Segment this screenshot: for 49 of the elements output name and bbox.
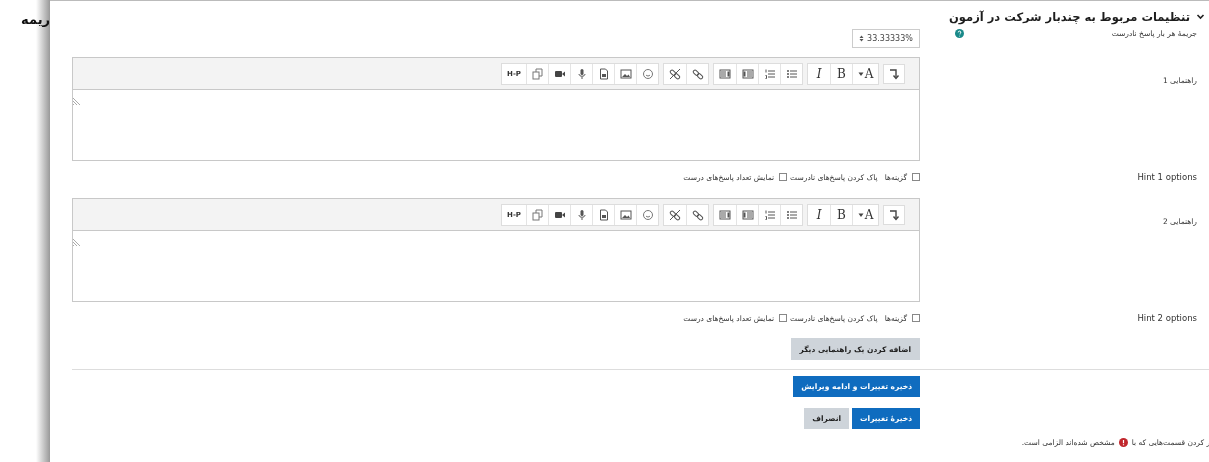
indent-icon — [719, 67, 731, 80]
smiley-icon — [641, 67, 654, 80]
text-style-button[interactable]: A — [852, 204, 878, 225]
copy-icon — [531, 67, 544, 80]
link-icon — [691, 67, 704, 80]
chevron-down-icon[interactable] — [1196, 12, 1205, 21]
bold-button[interactable]: B — [830, 63, 852, 84]
up-down-icon — [859, 35, 865, 42]
expand-icon — [888, 208, 900, 221]
checkbox[interactable] — [912, 173, 920, 181]
microphone-icon — [575, 67, 588, 80]
expand-icon — [888, 67, 900, 80]
text-style-button[interactable]: A — [852, 63, 878, 84]
indent-icon — [719, 208, 731, 221]
file-icon — [597, 67, 610, 80]
bold-button[interactable]: B — [830, 204, 852, 225]
checkbox[interactable] — [779, 314, 788, 322]
expand-toolbar-button[interactable] — [883, 63, 905, 84]
checkbox[interactable] — [912, 314, 920, 322]
field-label: Hint 1 options — [1137, 172, 1198, 182]
numbered-list-icon — [763, 67, 776, 80]
help-icon[interactable] — [955, 29, 964, 38]
file-icon — [597, 208, 610, 221]
image-icon — [619, 67, 632, 80]
penalty-select[interactable]: 33.33333% — [852, 29, 920, 48]
unlink-icon — [669, 67, 681, 80]
resize-grip-icon — [73, 97, 81, 105]
expand-toolbar-button[interactable] — [883, 204, 905, 225]
unlink-icon — [669, 208, 681, 221]
caret-icon — [857, 70, 864, 77]
image-icon — [619, 208, 632, 221]
resize-grip-icon — [73, 238, 81, 246]
link-icon — [691, 208, 704, 221]
section-title: تنظیمات مربوط به چندبار شرکت در آزمون — [949, 9, 1190, 24]
numbered-list-icon — [763, 208, 776, 221]
bullet-list-icon — [785, 208, 798, 221]
microphone-icon — [575, 208, 588, 221]
caret-icon — [857, 211, 864, 218]
italic-button[interactable]: I — [808, 204, 830, 225]
required-icon — [1118, 438, 1128, 447]
checkbox[interactable] — [779, 173, 788, 181]
bullet-list-icon — [785, 67, 798, 80]
outdent-icon — [741, 208, 754, 221]
copy-icon — [531, 208, 544, 221]
outdent-icon — [741, 67, 754, 80]
italic-button[interactable]: I — [808, 63, 830, 84]
page-title: ریمه — [21, 12, 50, 27]
field-label: Hint 2 options — [1137, 313, 1198, 323]
smiley-icon — [641, 208, 654, 221]
